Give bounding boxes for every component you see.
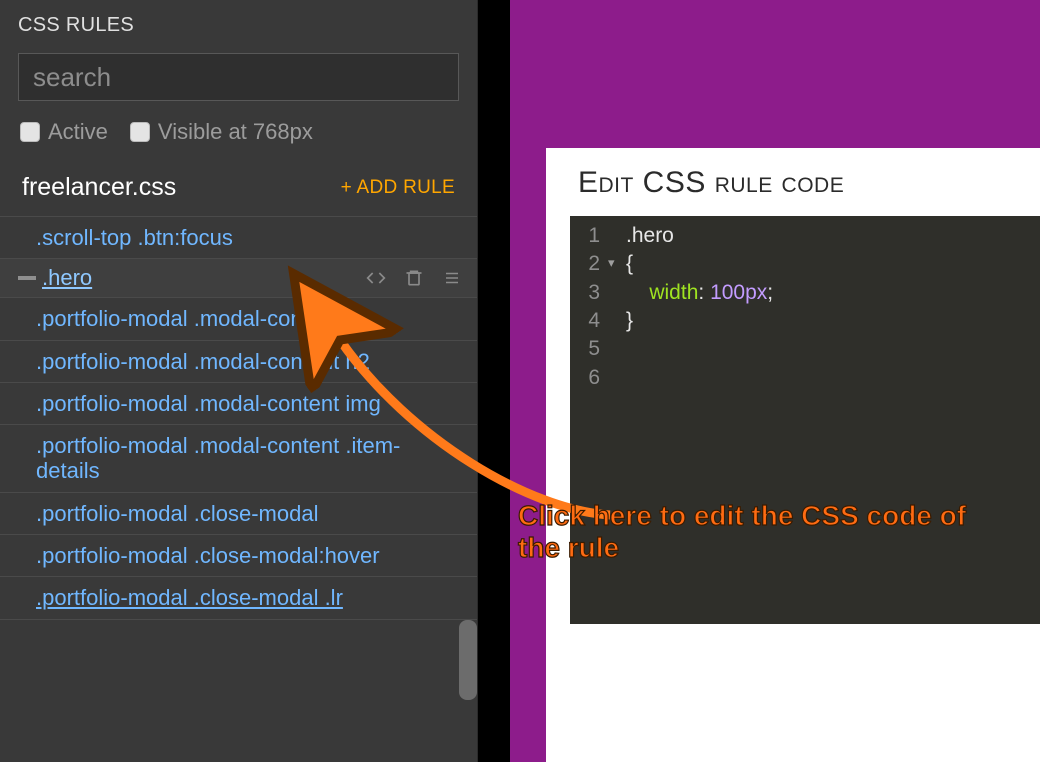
active-checkbox[interactable]: Active <box>20 119 108 145</box>
code-line[interactable]: 6 <box>570 364 1040 392</box>
rule-item[interactable]: .portfolio-modal .close-modal:hover <box>0 534 477 576</box>
css-rules-panel: CSS RULES Active Visible at 768px freela… <box>0 0 478 762</box>
code-editor[interactable]: 1.hero2▾{3 width: 100px;4}56 <box>570 216 1040 624</box>
rule-item[interactable]: .portfolio-modal .modal-content .item-de… <box>0 424 477 492</box>
rule-selector: .portfolio-modal .close-modal <box>36 501 318 526</box>
css-editor-panel: Edit CSS rule code 1.hero2▾{3 width: 100… <box>546 148 1040 762</box>
code-line[interactable]: 2▾{ <box>570 250 1040 278</box>
gutter-number: 4 <box>570 307 610 335</box>
active-label: Active <box>48 119 108 145</box>
rule-item[interactable]: .portfolio-modal .close-modal .lr <box>0 576 477 619</box>
panel-title: CSS RULES <box>0 0 477 45</box>
rule-selector: .portfolio-modal .close-modal:hover <box>36 543 380 568</box>
column-gap <box>478 0 510 762</box>
menu-icon[interactable] <box>441 267 463 289</box>
visible-label: Visible at 768px <box>158 119 313 145</box>
code-line[interactable]: 3 width: 100px; <box>570 279 1040 307</box>
code-text <box>610 364 626 392</box>
rule-selector: .portfolio-modal .modal-content img <box>36 391 381 416</box>
gutter-number: 2▾ <box>570 250 610 278</box>
rule-selector: .hero <box>42 265 365 291</box>
code-text: width: 100px; <box>610 279 773 307</box>
rule-selector: .portfolio-modal .modal-content h2 <box>36 349 370 374</box>
add-rule-button[interactable]: + ADD RULE <box>341 177 455 199</box>
right-canvas: Edit CSS rule code 1.hero2▾{3 width: 100… <box>510 0 1040 762</box>
editor-title: Edit CSS rule code <box>546 166 1040 210</box>
rule-item[interactable]: .portfolio-modal .modal-content img <box>0 382 477 424</box>
code-text: .hero <box>610 222 674 250</box>
file-header-row: freelancer.css + ADD RULE <box>0 159 477 216</box>
gutter-number: 1 <box>570 222 610 250</box>
code-icon[interactable] <box>365 267 387 289</box>
rule-selector: .portfolio-modal .close-modal .lr <box>36 585 343 610</box>
collapse-icon[interactable] <box>18 276 36 280</box>
visible-checkbox[interactable]: Visible at 768px <box>130 119 313 145</box>
checkbox-icon <box>130 122 150 142</box>
rule-item[interactable]: .portfolio-modal .close-modal <box>0 492 477 534</box>
code-line[interactable]: 4} <box>570 307 1040 335</box>
trash-icon[interactable] <box>403 267 425 289</box>
code-text: } <box>610 307 633 335</box>
code-line[interactable]: 1.hero <box>570 222 1040 250</box>
rule-item[interactable]: .portfolio-modal .modal-content <box>0 297 477 339</box>
search-container <box>18 53 459 101</box>
file-name: freelancer.css <box>22 173 176 202</box>
callout-target-marker <box>330 326 370 333</box>
rule-list: .scroll-top .btn:focus .hero .portfolio-mo… <box>0 216 477 620</box>
fold-icon[interactable]: ▾ <box>608 254 615 272</box>
gutter-number: 3 <box>570 279 610 307</box>
scrollbar-thumb[interactable] <box>459 620 477 700</box>
app-root: CSS RULES Active Visible at 768px freela… <box>0 0 1040 762</box>
code-line[interactable]: 5 <box>570 335 1040 363</box>
search-input[interactable] <box>18 53 459 101</box>
filter-checks: Active Visible at 768px <box>0 111 477 159</box>
rule-selector: .scroll-top .btn:focus <box>36 225 233 250</box>
rule-item[interactable]: .portfolio-modal .modal-content h2 <box>0 340 477 382</box>
code-text <box>610 335 626 363</box>
checkbox-icon <box>20 122 40 142</box>
rule-selector: .portfolio-modal .modal-content .item-de… <box>36 433 400 483</box>
gutter-number: 6 <box>570 364 610 392</box>
rule-selector: .portfolio-modal .modal-content <box>36 306 339 331</box>
gutter-number: 5 <box>570 335 610 363</box>
rule-item-active[interactable]: .hero <box>0 258 477 297</box>
rule-item[interactable]: .scroll-top .btn:focus <box>0 216 477 258</box>
